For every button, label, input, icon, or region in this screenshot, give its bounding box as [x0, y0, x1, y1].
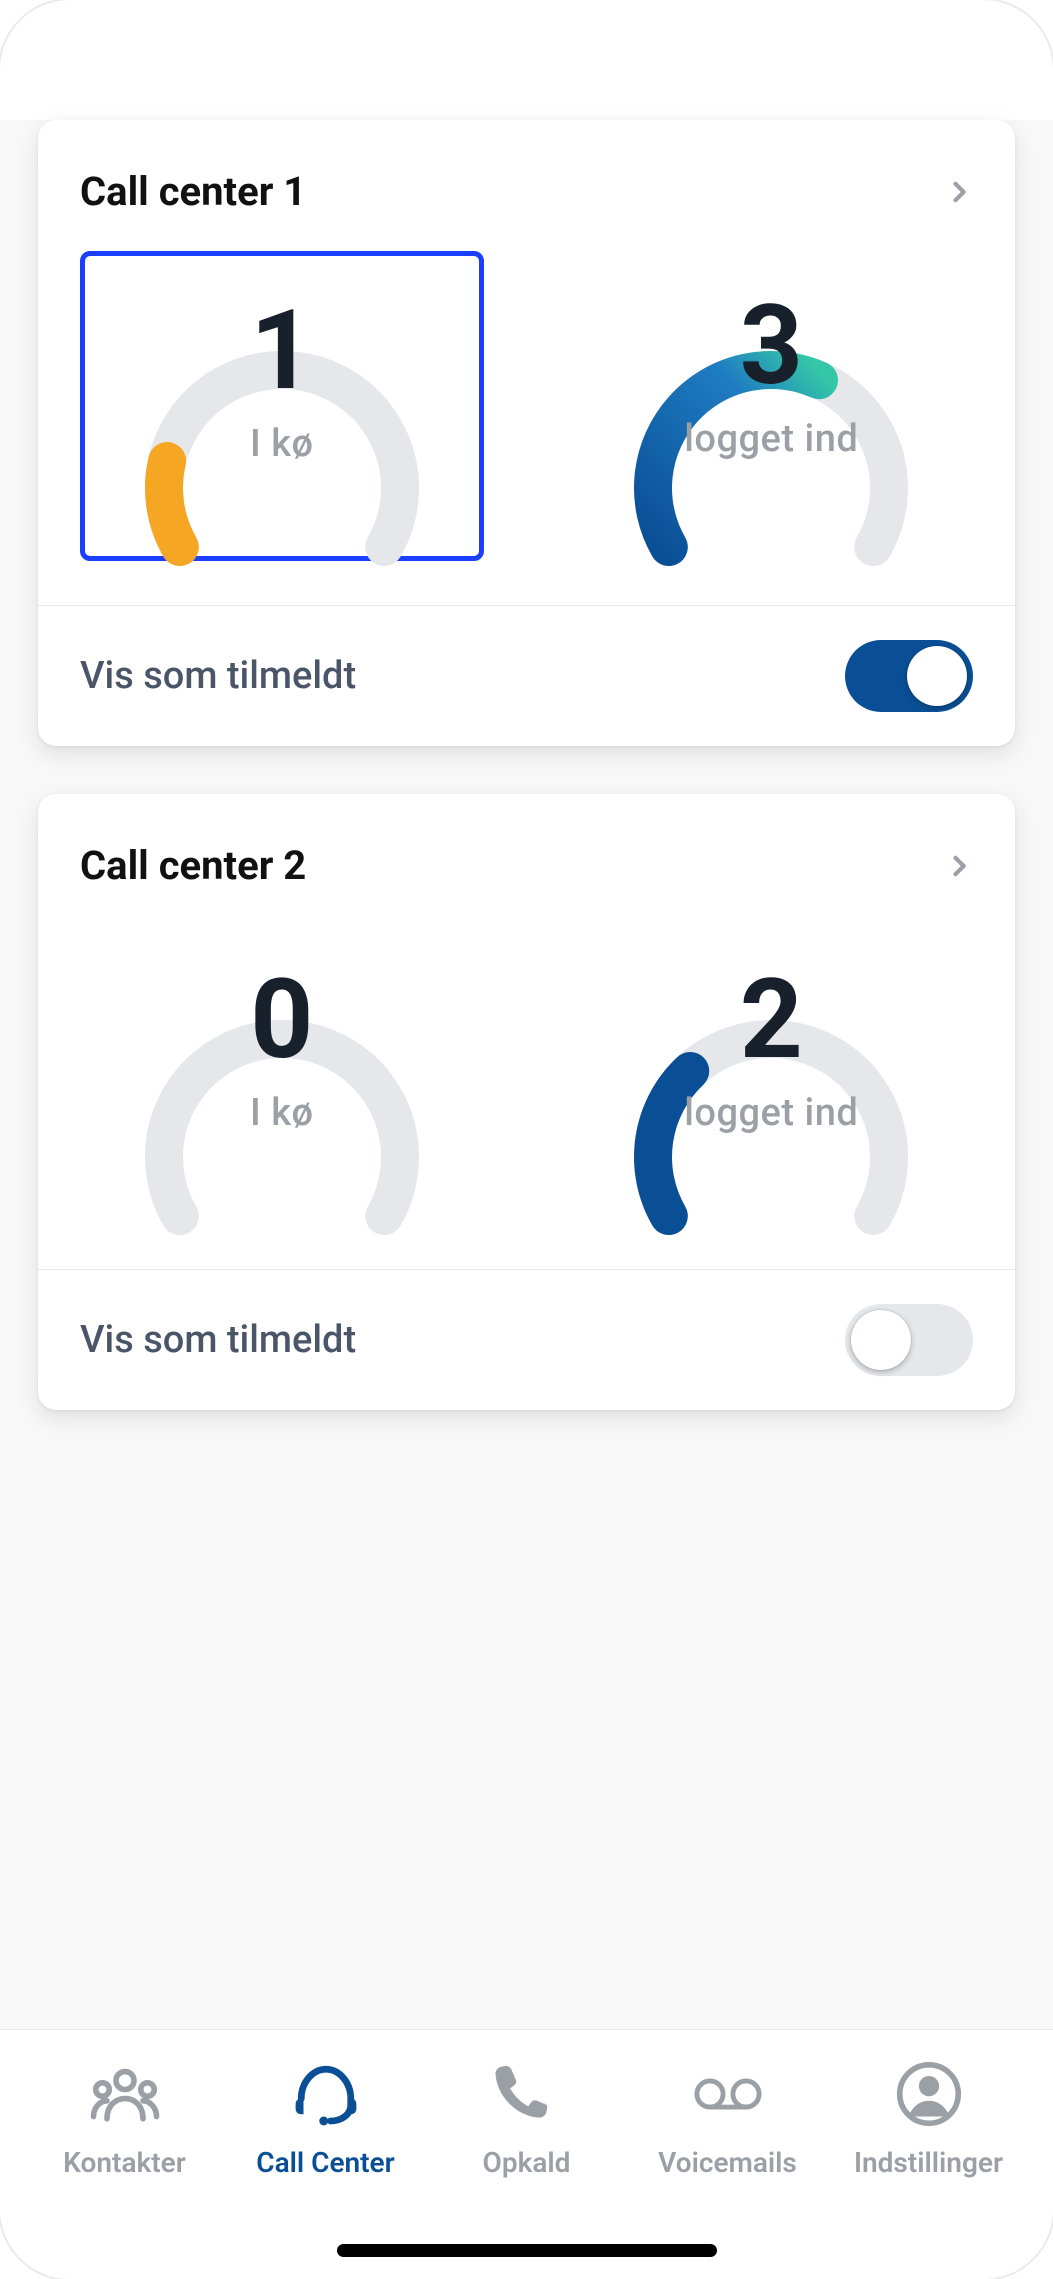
toggle-label-2: Vis som tilmeldt [80, 1318, 356, 1362]
callcenter-card-1-title: Call center 1 [80, 168, 306, 215]
gauge-queue-1[interactable]: 1 I kø [80, 251, 484, 561]
gauge-queue-2-chart [117, 941, 447, 1211]
callcenter-card-1: Call center 1 1 I kø 3 log [38, 120, 1015, 746]
tab-call-center[interactable]: Call Center [225, 2058, 426, 2179]
callcenter-card-1-gauges: 1 I kø 3 logget ind [38, 215, 1015, 605]
gauge-queue-2[interactable]: 0 I kø [80, 925, 484, 1225]
chevron-right-icon[interactable] [945, 178, 973, 206]
tab-voicemails-label: Voicemails [658, 2146, 797, 2179]
callcenter-card-2-title: Call center 2 [80, 842, 306, 889]
gauge-loggedin-2-chart [606, 941, 936, 1211]
device-frame: Call center 1 1 I kø 3 log [0, 0, 1053, 2279]
phone-icon [491, 2058, 563, 2130]
tab-opkald-label: Opkald [483, 2146, 571, 2179]
headset-icon [290, 2058, 362, 2130]
toggle-row-1: Vis som tilmeldt [38, 605, 1015, 746]
toggle-label-1: Vis som tilmeldt [80, 654, 356, 698]
tab-bar: Kontakter Call Center Opkald [0, 2029, 1053, 2279]
tab-kontakter-label: Kontakter [63, 2146, 186, 2179]
gauge-loggedin-1[interactable]: 3 logget ind [570, 251, 974, 561]
people-icon [89, 2058, 161, 2130]
gauge-loggedin-1-chart [606, 272, 936, 542]
main-content: Call center 1 1 I kø 3 log [0, 120, 1053, 2029]
tab-kontakter[interactable]: Kontakter [24, 2058, 225, 2179]
tab-indstillinger[interactable]: Indstillinger [828, 2058, 1029, 2179]
callcenter-card-2-gauges: 0 I kø 2 logget ind [38, 889, 1015, 1269]
toggle-row-2: Vis som tilmeldt [38, 1269, 1015, 1410]
gauge-loggedin-2[interactable]: 2 logget ind [570, 925, 974, 1225]
user-circle-icon [893, 2058, 965, 2130]
tab-indstillinger-label: Indstillinger [854, 2146, 1003, 2179]
tab-call-center-label: Call Center [256, 2146, 394, 2179]
tab-voicemails[interactable]: Voicemails [627, 2058, 828, 2179]
callcenter-card-1-header[interactable]: Call center 1 [38, 120, 1015, 215]
callcenter-card-2-header[interactable]: Call center 2 [38, 794, 1015, 889]
tab-opkald[interactable]: Opkald [426, 2058, 627, 2179]
callcenter-card-2: Call center 2 0 I kø 2 log [38, 794, 1015, 1410]
home-indicator [337, 2244, 717, 2257]
toggle-switch-2[interactable] [845, 1304, 973, 1376]
gauge-queue-1-chart [117, 272, 447, 542]
toggle-switch-1[interactable] [845, 640, 973, 712]
voicemail-icon [692, 2058, 764, 2130]
chevron-right-icon[interactable] [945, 852, 973, 880]
